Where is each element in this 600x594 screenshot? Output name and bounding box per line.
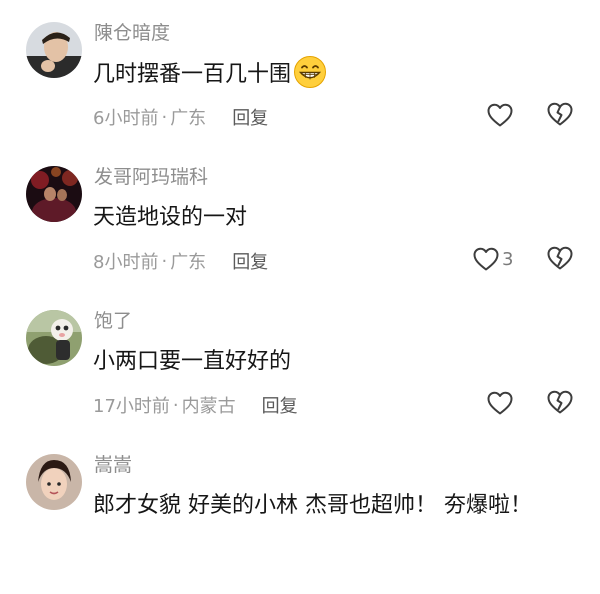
comment-text: 郎才女貌 好美的小林 杰哥也超帅！ 夯爆啦！ bbox=[93, 487, 532, 519]
comment-username[interactable]: 嵩嵩 bbox=[94, 450, 132, 477]
comment-item: 饱了 小两口要一直好好的 17小时前 · 内蒙古 回复 bbox=[0, 310, 600, 450]
comment-text-body: 郎才女貌 好美的小林 杰哥也超帅！ 夯爆啦！ bbox=[93, 493, 532, 518]
comment-meta: 17小时前 · 内蒙古 回复 bbox=[93, 392, 298, 418]
comment-location: 广东 bbox=[170, 252, 207, 273]
comment-username[interactable]: 发哥阿玛瑞科 bbox=[94, 162, 208, 189]
comment-meta: 8小时前 · 广东 回复 bbox=[93, 248, 268, 274]
avatar[interactable] bbox=[26, 310, 82, 366]
broken-heart-outline-icon bbox=[547, 102, 573, 126]
comment-text: 小两口要一直好好的 bbox=[93, 343, 291, 375]
comment-username[interactable]: 饱了 bbox=[94, 306, 132, 333]
reply-button[interactable]: 回复 bbox=[232, 248, 268, 274]
heart-outline-icon bbox=[487, 391, 513, 415]
avatar-image bbox=[26, 166, 82, 222]
dislike-button[interactable] bbox=[546, 244, 574, 276]
like-button[interactable] bbox=[486, 100, 516, 130]
comment-text: 天造地设的一对 bbox=[93, 199, 247, 231]
comment-text-body: 几时摆番一百几十围 bbox=[93, 62, 292, 87]
heart-outline-icon bbox=[473, 247, 499, 271]
comment-meta: 6小时前 · 广东 回复 bbox=[93, 104, 268, 130]
dislike-button[interactable] bbox=[546, 388, 574, 420]
comment-location: 内蒙古 bbox=[181, 396, 236, 417]
avatar[interactable] bbox=[26, 22, 82, 78]
reply-button[interactable]: 回复 bbox=[262, 392, 298, 418]
heart-outline-icon bbox=[487, 103, 513, 127]
avatar-image bbox=[26, 22, 82, 78]
comment-time: 6小时前 bbox=[93, 108, 159, 129]
broken-heart-outline-icon bbox=[547, 390, 573, 414]
meta-separator: · bbox=[161, 106, 168, 128]
avatar[interactable] bbox=[26, 166, 82, 222]
comment-item: 发哥阿玛瑞科 天造地设的一对 8小时前 · 广东 回复 3 bbox=[0, 166, 600, 306]
dislike-button[interactable] bbox=[546, 100, 574, 132]
avatar[interactable] bbox=[26, 454, 82, 510]
comment-location: 广东 bbox=[170, 108, 207, 129]
reply-button[interactable]: 回复 bbox=[232, 104, 268, 130]
avatar-image bbox=[26, 310, 82, 366]
comment-text-body: 小两口要一直好好的 bbox=[93, 349, 292, 374]
meta-separator: · bbox=[172, 394, 179, 416]
comment-text-body: 天造地设的一对 bbox=[93, 205, 248, 230]
comment-time: 17小时前 bbox=[93, 396, 170, 417]
comment-username[interactable]: 陳仓暗度 bbox=[94, 18, 170, 45]
comment-time: 8小时前 bbox=[93, 252, 159, 273]
grinning-face-emoji bbox=[294, 56, 327, 88]
like-button[interactable]: 3 bbox=[472, 244, 513, 274]
comment-item: 嵩嵩 郎才女貌 好美的小林 杰哥也超帅！ 夯爆啦！ bbox=[0, 454, 600, 594]
like-count: 3 bbox=[502, 248, 514, 270]
comment-item: 陳仓暗度 几时摆番一百几十围 6小时前 · 广东 回复 bbox=[0, 22, 600, 162]
meta-separator: · bbox=[161, 250, 168, 272]
broken-heart-outline-icon bbox=[547, 246, 573, 270]
comment-text: 几时摆番一百几十围 bbox=[93, 55, 327, 89]
avatar-image bbox=[26, 454, 82, 510]
like-button[interactable] bbox=[486, 388, 516, 418]
